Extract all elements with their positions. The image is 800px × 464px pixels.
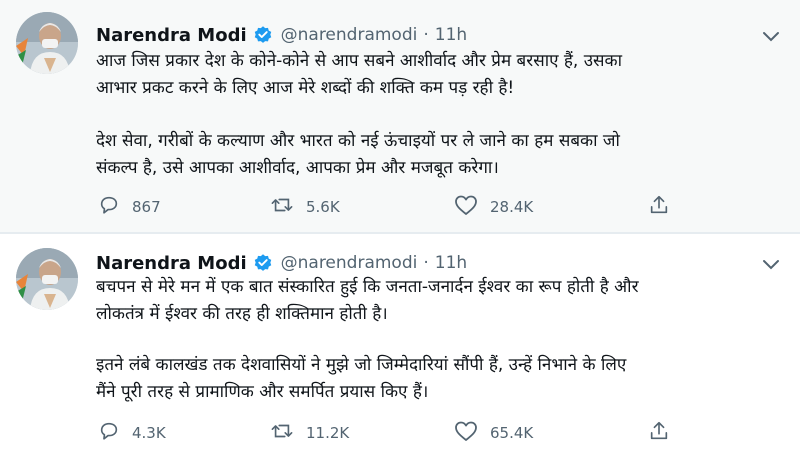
- tweet-text-paragraph: बचपन से मेरे मन में एक बात संस्कारित हुई…: [96, 274, 786, 328]
- timestamp[interactable]: 11h: [435, 253, 467, 273]
- reply-icon: [98, 420, 120, 446]
- tweet-actions: 4.3K 11.2K 65.4K: [96, 420, 696, 450]
- separator-dot: ·: [423, 253, 429, 273]
- like-icon: [454, 420, 478, 446]
- reply-button[interactable]: 4.3K: [98, 420, 166, 446]
- retweet-count: 11.2K: [306, 424, 350, 442]
- tweet-header: Narendra Modi @narendramodi · 11h: [96, 22, 467, 48]
- retweet-button[interactable]: 11.2K: [270, 420, 349, 446]
- like-button[interactable]: 65.4K: [454, 420, 533, 446]
- reply-count: 867: [132, 198, 161, 216]
- reply-count: 4.3K: [132, 424, 166, 442]
- separator-dot: ·: [423, 25, 429, 45]
- timestamp[interactable]: 11h: [435, 25, 467, 45]
- tweet-feed: Narendra Modi @narendramodi · 11h आज जिस…: [0, 0, 800, 464]
- share-icon: [648, 194, 670, 220]
- verified-badge-icon: [253, 25, 273, 45]
- share-button[interactable]: [648, 194, 670, 220]
- tweet-text-paragraph: इतने लंबे कालखंड तक देशवासियों ने मुझे ज…: [96, 352, 786, 406]
- reply-icon: [98, 194, 120, 220]
- chevron-down-icon[interactable]: [762, 28, 780, 47]
- tweet-text-line: संकल्प है, उसे आपका आशीर्वाद, आपका प्रेम…: [96, 158, 499, 178]
- avatar[interactable]: [16, 248, 78, 310]
- tweet-text-line: आज जिस प्रकार देश के कोने-कोने से आप सबन…: [96, 51, 623, 71]
- share-icon: [648, 420, 670, 446]
- author-name[interactable]: Narendra Modi: [96, 253, 247, 274]
- like-button[interactable]: 28.4K: [454, 194, 533, 220]
- tweet-header: Narendra Modi @narendramodi · 11h: [96, 250, 467, 276]
- tweet[interactable]: Narendra Modi @narendramodi · 11h बचपन स…: [0, 234, 800, 464]
- author-handle[interactable]: @narendramodi: [281, 253, 418, 273]
- tweet-text-line: आभार प्रकट करने के लिए आज मेरे शब्दों की…: [96, 78, 515, 98]
- retweet-count: 5.6K: [306, 198, 340, 216]
- tweet-text-line: मैंने पूरी तरह से प्रामाणिक और समर्पित प…: [96, 382, 429, 402]
- like-count: 28.4K: [490, 198, 534, 216]
- verified-badge-icon: [253, 253, 273, 273]
- tweet-text-line: इतने लंबे कालखंड तक देशवासियों ने मुझे ज…: [96, 355, 627, 375]
- retweet-icon: [270, 420, 294, 446]
- retweet-button[interactable]: 5.6K: [270, 194, 340, 220]
- share-button[interactable]: [648, 420, 670, 446]
- tweet-text-line: बचपन से मेरे मन में एक बात संस्कारित हुई…: [96, 277, 639, 297]
- author-name[interactable]: Narendra Modi: [96, 25, 247, 46]
- reply-button[interactable]: 867: [98, 194, 161, 220]
- tweet-text-line: लोकतंत्र में ईश्वर की तरह ही शक्तिमान हो…: [96, 304, 388, 324]
- like-count: 65.4K: [490, 424, 534, 442]
- tweet-text-paragraph: देश सेवा, गरीबों के कल्याण और भारत को नई…: [96, 128, 786, 182]
- tweet-actions: 867 5.6K 28.4K: [96, 194, 696, 224]
- retweet-icon: [270, 194, 294, 220]
- author-handle[interactable]: @narendramodi: [281, 25, 418, 45]
- chevron-down-icon[interactable]: [762, 256, 780, 275]
- like-icon: [454, 194, 478, 220]
- tweet-text-paragraph: आज जिस प्रकार देश के कोने-कोने से आप सबन…: [96, 48, 786, 102]
- avatar[interactable]: [16, 12, 78, 74]
- tweet[interactable]: Narendra Modi @narendramodi · 11h आज जिस…: [0, 0, 800, 232]
- tweet-text-line: देश सेवा, गरीबों के कल्याण और भारत को नई…: [96, 131, 620, 151]
